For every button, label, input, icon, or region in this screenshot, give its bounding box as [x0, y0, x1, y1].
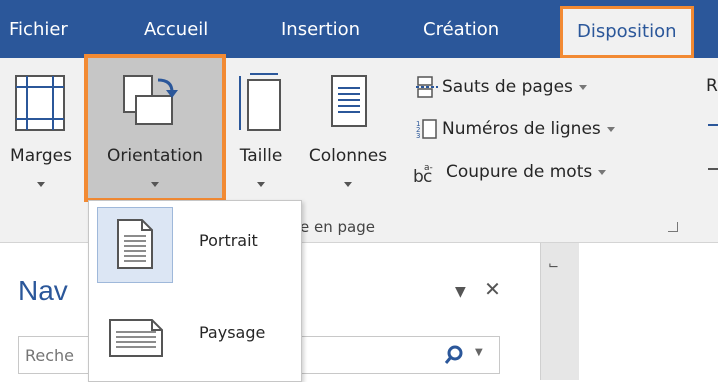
- chevron-down-icon: [606, 126, 615, 132]
- hyphenation-button[interactable]: b c a- Coupure de mots: [412, 160, 607, 184]
- landscape-icon: [97, 299, 173, 375]
- margins-button[interactable]: Marges: [0, 58, 82, 236]
- page-size-icon: [239, 73, 281, 131]
- ribbon-tab-bar: Fichier Accueil Insertion Création Dispo…: [0, 0, 718, 58]
- chevron-down-icon: [257, 182, 265, 187]
- hyphenation-icon: b c a-: [413, 163, 433, 184]
- orientation-label: Orientation: [107, 146, 203, 166]
- size-label: Taille: [239, 146, 283, 166]
- line-numbers-label: Numéros de lignes: [442, 119, 601, 139]
- breaks-button[interactable]: Sauts de pages: [416, 76, 587, 98]
- columns-label: Colonnes: [308, 146, 388, 166]
- margins-label: Marges: [10, 146, 72, 166]
- spacing-icon: [708, 168, 718, 170]
- chevron-down-icon[interactable]: ▼: [475, 347, 483, 358]
- tab-insertion[interactable]: Insertion: [281, 0, 360, 58]
- indent-icon: [708, 124, 718, 126]
- columns-icon: [331, 75, 367, 127]
- tab-disposition[interactable]: Disposition: [560, 6, 694, 58]
- orientation-portrait-option[interactable]: Portrait: [89, 201, 301, 285]
- orientation-landscape-option[interactable]: Paysage: [89, 293, 301, 377]
- navigation-pane-title: Nav: [18, 275, 68, 306]
- breaks-label: Sauts de pages: [442, 77, 573, 97]
- chevron-down-icon: [598, 169, 607, 175]
- hyphenation-label: Coupure de mots: [446, 162, 593, 182]
- orientation-button[interactable]: Orientation: [84, 54, 226, 202]
- chevron-down-icon: [37, 182, 45, 187]
- chevron-down-icon[interactable]: ▼: [455, 284, 466, 300]
- truncated-ribbon-label: R: [706, 76, 718, 96]
- chevron-down-icon: [578, 84, 587, 90]
- chevron-down-icon: [344, 182, 352, 187]
- orientation-icon: [123, 75, 178, 125]
- line-numbers-button[interactable]: 1 2 3 Numéros de lignes: [416, 118, 615, 140]
- orientation-dropdown: Portrait Paysage: [88, 200, 302, 382]
- tab-fichier[interactable]: Fichier: [9, 0, 68, 58]
- page-breaks-icon: [416, 76, 438, 98]
- columns-button[interactable]: Colonnes: [294, 58, 402, 236]
- tab-selector-icon[interactable]: ⌙: [548, 258, 559, 273]
- portrait-label: Portrait: [199, 231, 258, 250]
- dialog-launcher-icon[interactable]: [668, 222, 678, 232]
- svg-text:a-: a-: [424, 163, 433, 173]
- vertical-ruler: [540, 243, 579, 380]
- margins-icon: [15, 75, 65, 131]
- page-setup-group-label: e en page: [300, 218, 375, 236]
- search-icon[interactable]: [443, 344, 465, 366]
- landscape-label: Paysage: [199, 323, 266, 342]
- tab-creation[interactable]: Création: [423, 0, 499, 58]
- portrait-icon: [97, 207, 173, 283]
- line-numbers-icon: 1 2 3: [416, 119, 437, 140]
- chevron-down-icon: [151, 182, 159, 187]
- navigation-pane-controls: ▼ ✕: [455, 277, 501, 301]
- tab-accueil[interactable]: Accueil: [144, 0, 208, 58]
- svg-text:3: 3: [416, 132, 420, 140]
- search-input[interactable]: [25, 343, 85, 367]
- close-icon[interactable]: ✕: [484, 277, 501, 301]
